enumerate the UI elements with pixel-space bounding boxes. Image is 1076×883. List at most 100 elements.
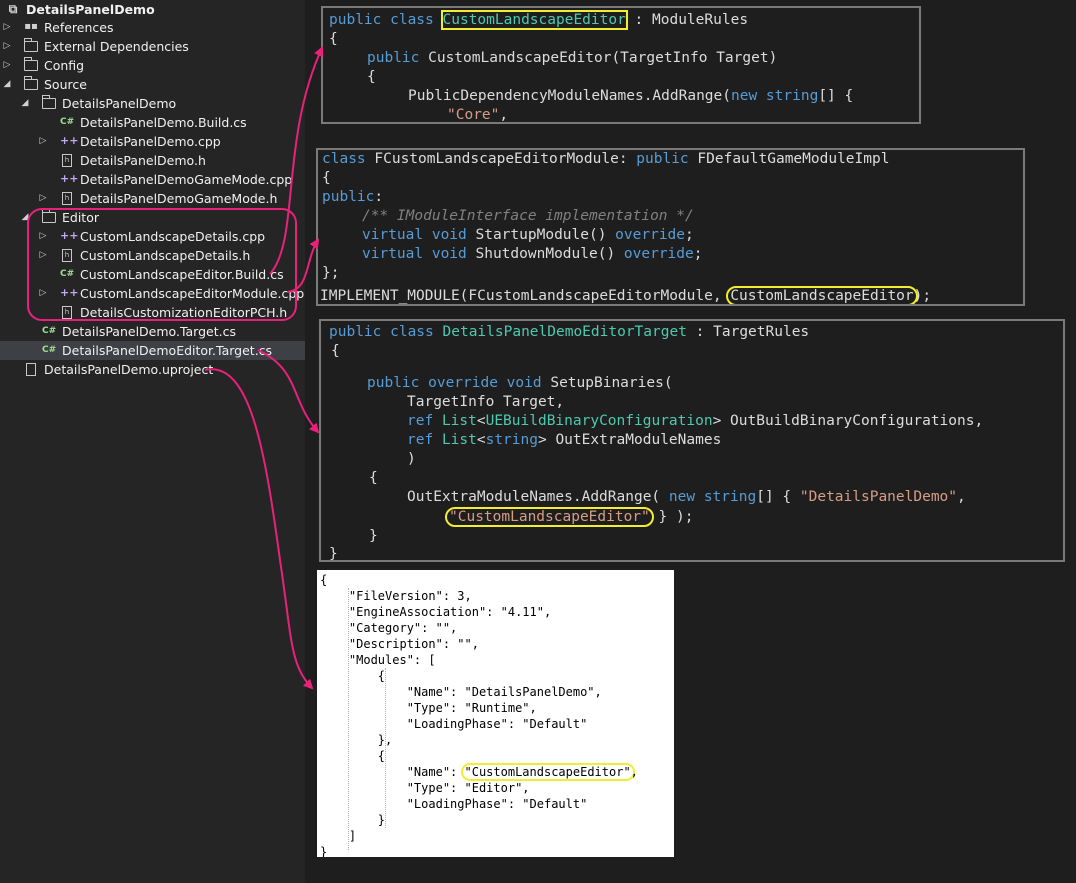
solution-title: DetailsPanelDemo [26,2,155,17]
json-line: { [320,573,328,587]
module-name-highlight: "CustomLandscapeEditor" [445,507,654,527]
tree-item-config[interactable]: ▷ Config [0,56,305,75]
code-line: ) [407,451,416,467]
collapse-arrow-icon[interactable]: ◢ [2,75,12,94]
tree-item-label: DetailsPanelDemo.cpp [80,134,221,149]
tree-item-customlandscapedetails-cpp[interactable]: ▷ ++ CustomLandscapeDetails.cpp [0,227,305,246]
header-file-icon: h [62,249,72,262]
tree-item-editor-folder[interactable]: ◢ Editor [0,208,305,227]
json-line: "Modules": [ [320,653,436,667]
expand-arrow-icon[interactable]: ▷ [2,56,12,75]
json-line: }, [320,733,393,747]
tree-item-pch-h[interactable]: h DetailsCustomizationEditorPCH.h [0,303,305,322]
code-line: IMPLEMENT_MODULE(FCustomLandscapeEditorM… [320,286,932,304]
json-line: } [320,845,328,857]
cpp-file-icon: ++ [60,286,79,299]
json-line: "EngineAssociation": "4.11", [320,605,552,619]
tree-item-label: DetailsPanelDemo.uproject [44,362,214,377]
cpp-file-icon: ++ [60,134,79,147]
module-name-highlight: CustomLandscapeEditor [440,10,628,30]
tree-item-customlandscapedetails-h[interactable]: ▷ h CustomLandscapeDetails.h [0,246,305,265]
json-line: ] [320,829,357,843]
code-line: virtual void StartupModule() override; [362,227,694,243]
build-cs-code-panel: public class CustomLandscapeEditor : Mod… [321,6,921,124]
solution-node[interactable]: ⧉ DetailsPanelDemo [0,0,305,19]
tree-item-label: External Dependencies [44,39,189,54]
json-line: "Name": "CustomLandscapeEditor", [320,763,638,781]
tree-item-label: Source [44,77,87,92]
code-comment: /** IModuleInterface implementation */ [362,208,694,224]
tree-item-label: References [44,20,114,35]
code-line: public class DetailsPanelDemoEditorTarge… [329,324,810,340]
tree-item-label: DetailsPanelDemo.Build.cs [80,115,247,130]
code-line: { [322,170,331,186]
tree-item-label: DetailsPanelDemoGameMode.h [80,191,278,206]
header-file-icon: h [62,306,72,319]
solution-icon: ⧉ [8,2,18,16]
expand-arrow-icon[interactable]: ▷ [38,284,48,303]
tree-item-label: CustomLandscapeDetails.cpp [80,229,266,244]
tree-item-gamemode-cpp[interactable]: ++ DetailsPanelDemoGameMode.cpp [0,170,305,189]
tree-item-detailspaneldemo-folder[interactable]: ◢ DetailsPanelDemo [0,94,305,113]
json-line: "LoadingPhase": "Default" [320,797,588,811]
code-line: public: [322,189,384,205]
code-line: public override void SetupBinaries( [367,375,673,391]
code-line: public class CustomLandscapeEditor : Mod… [329,10,749,30]
code-line: virtual void ShutdownModule() override; [362,246,703,262]
collapse-arrow-icon[interactable]: ◢ [20,94,30,113]
json-line: "Category": "", [320,621,458,635]
file-icon [26,363,36,376]
code-line: { [369,470,378,486]
expand-arrow-icon[interactable]: ▷ [2,18,12,37]
tree-item-build-cs[interactable]: C# DetailsPanelDemo.Build.cs [0,113,305,132]
tree-item-label: DetailsPanelDemo.h [80,153,206,168]
json-line: "LoadingPhase": "Default" [320,717,588,731]
code-line: class FCustomLandscapeEditorModule: publ… [322,151,890,167]
tree-item-gamemode-h[interactable]: ▷ h DetailsPanelDemoGameMode.h [0,189,305,208]
expand-arrow-icon[interactable]: ▷ [38,132,48,151]
code-line: ref List<UEBuildBinaryConfiguration> Out… [407,413,984,429]
expand-arrow-icon[interactable]: ▷ [38,246,48,265]
expand-arrow-icon[interactable]: ▷ [2,37,12,56]
expand-arrow-icon[interactable]: ▷ [38,227,48,246]
module-name-highlight: CustomLandscapeEditor [726,286,918,304]
folder-icon [24,57,38,71]
header-file-icon: h [62,192,72,205]
json-line: "Type": "Runtime", [320,701,537,715]
code-line: PublicDependencyModuleNames.AddRange(new… [408,88,854,104]
tree-item-customlandscapeeditor-build-cs[interactable]: C# CustomLandscapeEditor.Build.cs [0,265,305,284]
code-line: } [329,546,338,562]
code-line: public CustomLandscapeEditor(TargetInfo … [367,50,778,66]
json-line: { [320,669,386,683]
expand-arrow-icon[interactable]: ▷ [38,189,48,208]
tree-item-source[interactable]: ◢ Source [0,75,305,94]
tree-item-label: DetailsPanelDemo [62,96,177,111]
code-line: { [331,343,340,359]
tree-item-label: CustomLandscapeDetails.h [80,248,251,263]
tree-item-customlandscapeeditormodule-cpp[interactable]: ▷ ++ CustomLandscapeEditorModule.cpp [0,284,305,303]
tree-item-references[interactable]: ▷ ▪▪ References [0,18,305,37]
tree-item-cpp[interactable]: ▷ ++ DetailsPanelDemo.cpp [0,132,305,151]
tree-item-editor-target-cs[interactable]: C# DetailsPanelDemoEditor.Target.cs [0,341,305,360]
code-line: TargetInfo Target, [407,394,565,410]
csharp-file-icon: C# [60,269,75,279]
cpp-file-icon: ++ [60,229,79,242]
folder-icon [24,76,38,90]
tree-item-h[interactable]: h DetailsPanelDemo.h [0,151,305,170]
tree-item-label: DetailsPanelDemoEditor.Target.cs [62,343,273,358]
tree-item-label: Editor [62,210,99,225]
tree-item-label: DetailsCustomizationEditorPCH.h [80,305,288,320]
tree-item-target-cs[interactable]: C# DetailsPanelDemo.Target.cs [0,322,305,341]
json-line: } [320,813,386,827]
collapse-arrow-icon[interactable]: ◢ [20,208,30,227]
references-icon: ▪▪ [24,21,38,32]
json-line: "Name": "DetailsPanelDemo", [320,685,602,699]
tree-item-external-dependencies[interactable]: ▷ External Dependencies [0,37,305,56]
target-cs-code-panel: public class DetailsPanelDemoEditorTarge… [319,319,1065,562]
module-name-highlight: "CustomLandscapeEditor" [460,763,635,781]
tree-item-uproject[interactable]: DetailsPanelDemo.uproject [0,360,305,379]
csharp-file-icon: C# [42,345,57,355]
json-line: { [320,749,386,763]
code-line: { [329,31,338,47]
uproject-json-panel: { "FileVersion": 3, "EngineAssociation":… [317,570,674,857]
